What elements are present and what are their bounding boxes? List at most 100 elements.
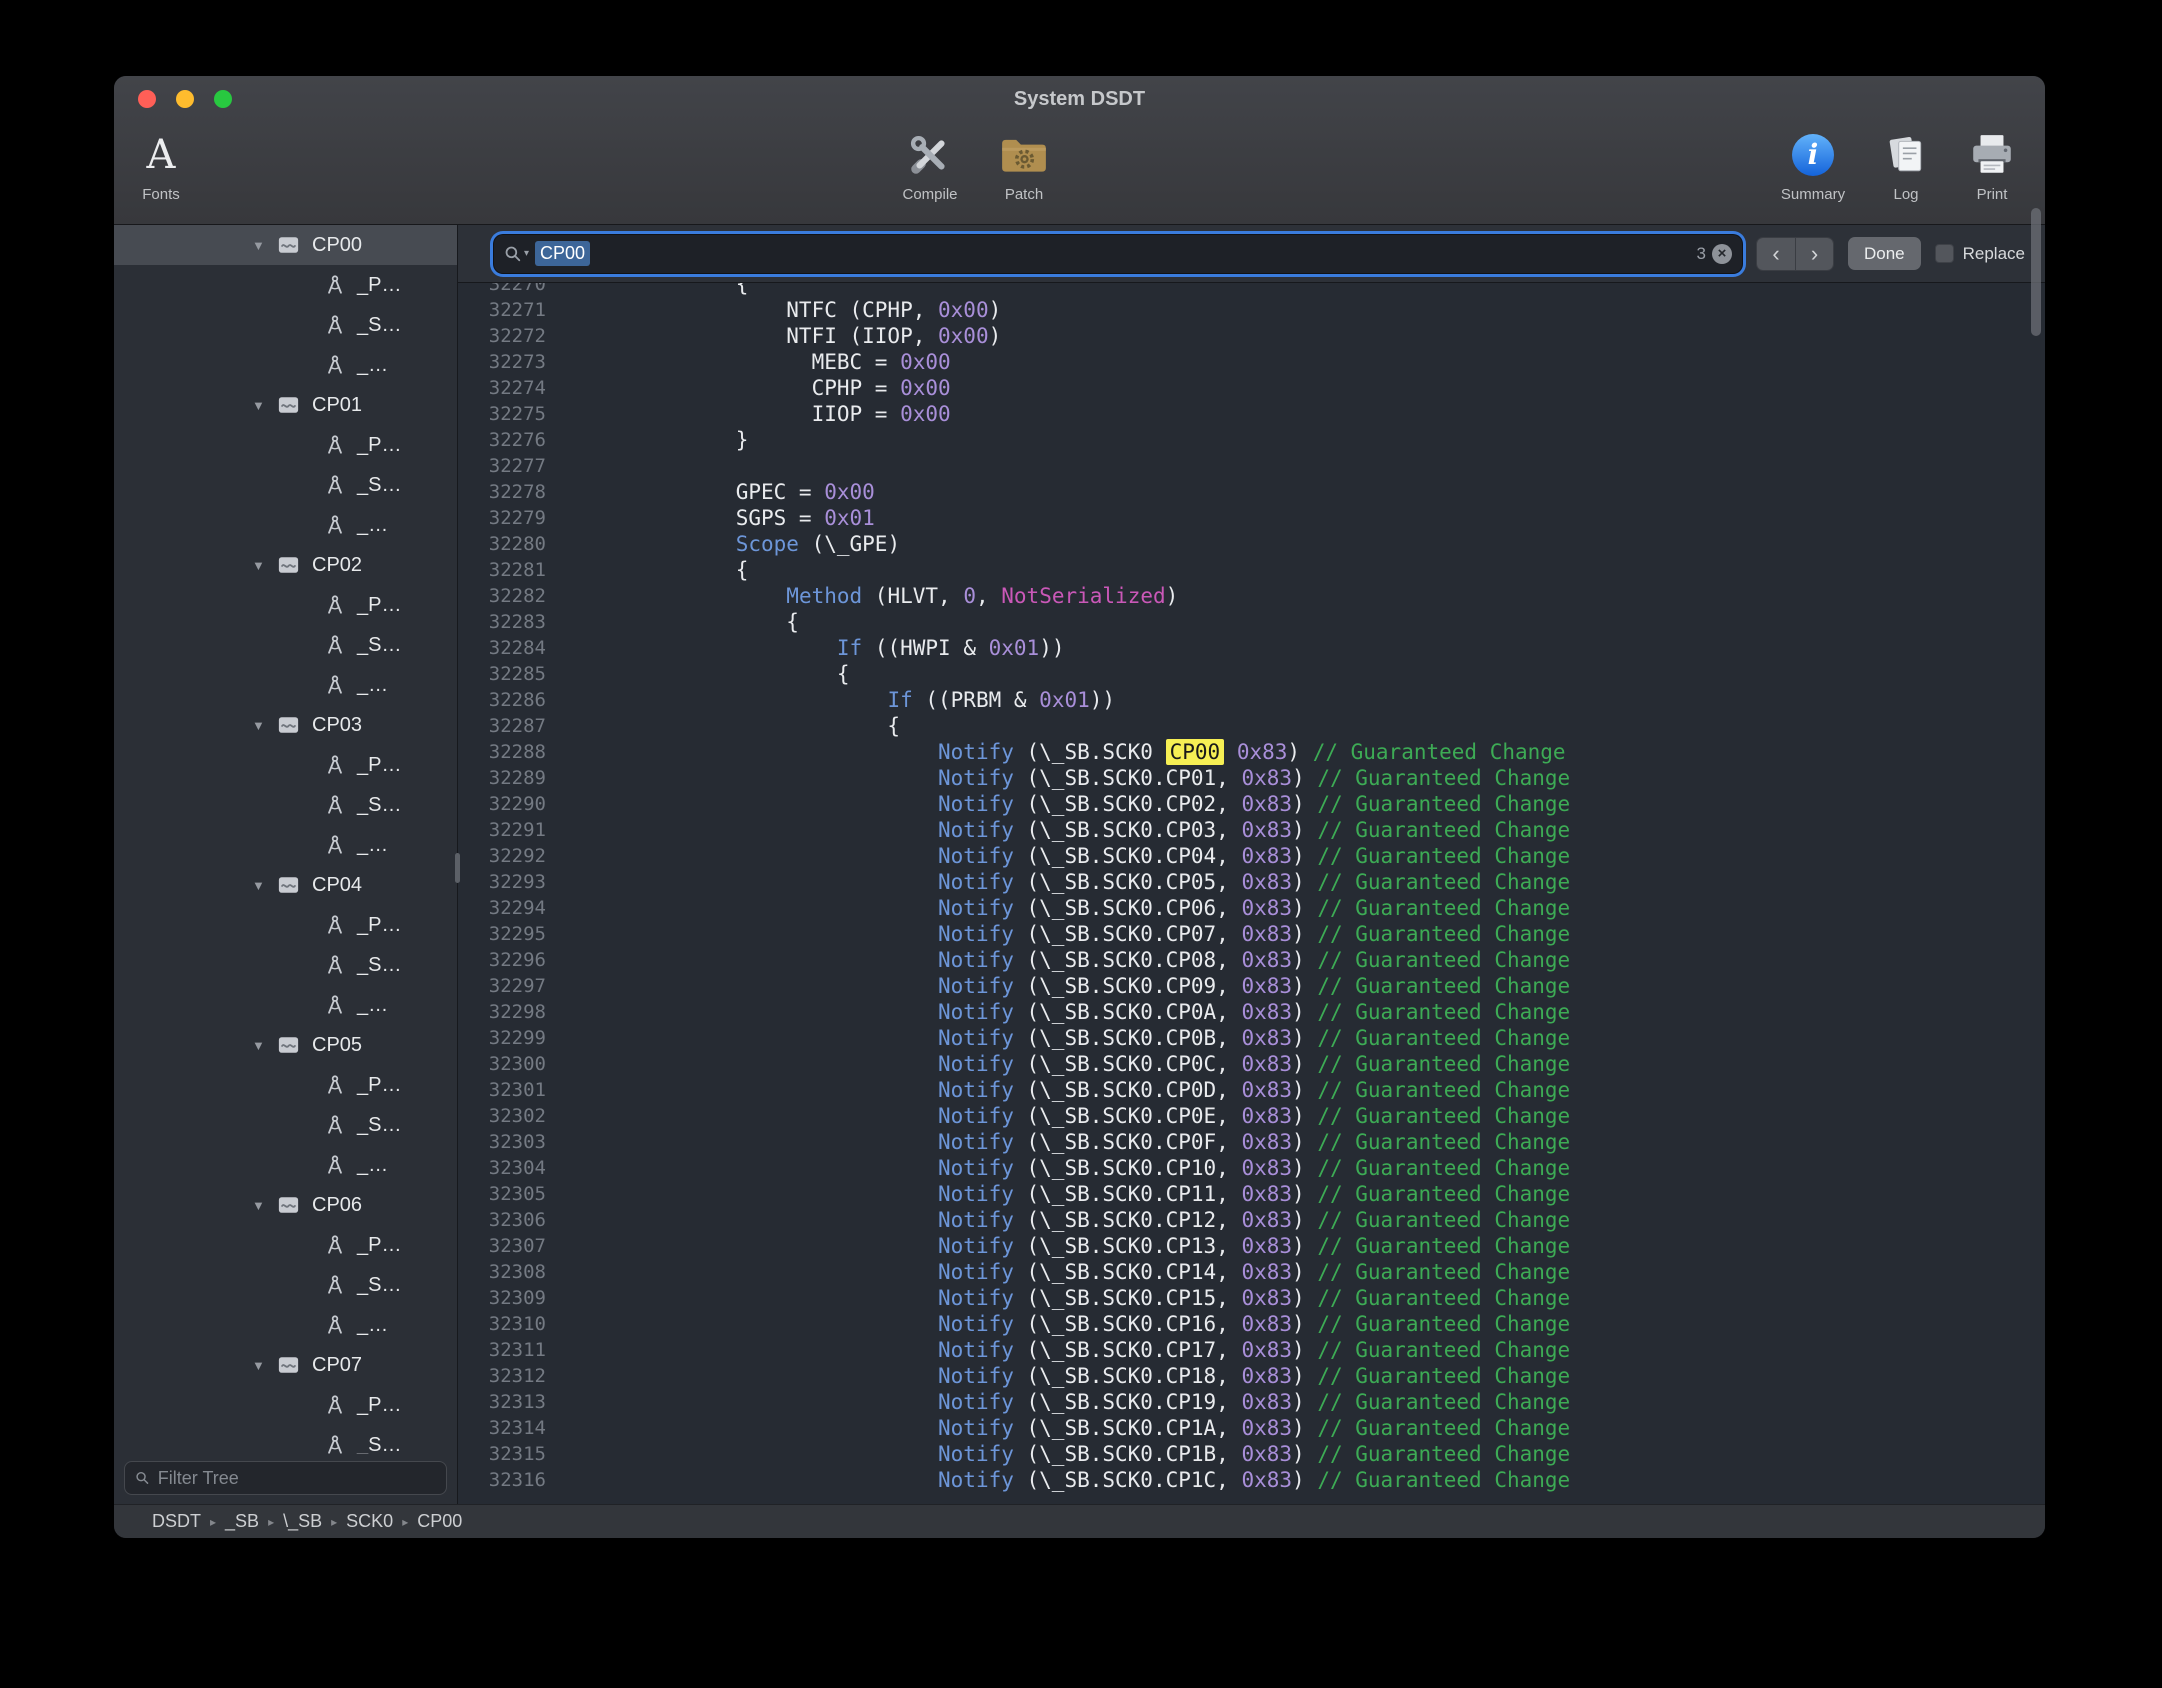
next-match-button[interactable]: › — [1795, 238, 1833, 270]
disclosure-triangle-icon[interactable]: ▼ — [252, 1038, 276, 1053]
code-text: { — [566, 713, 900, 739]
filter-tree-input[interactable] — [158, 1468, 436, 1489]
code-line: 32276 } — [458, 427, 2045, 453]
tree-item-child[interactable]: _… — [114, 1145, 457, 1185]
tree-item-child[interactable]: _P… — [114, 425, 457, 465]
code-line: 32274 CPHP = 0x00 — [458, 375, 2045, 401]
tree-item-child[interactable]: _… — [114, 1305, 457, 1345]
method-icon — [324, 1393, 346, 1417]
code-text: NTFC (CPHP, 0x00) — [566, 297, 1001, 323]
breadcrumb-separator-icon: ▸ — [268, 1515, 274, 1529]
code-text: Notify (\_SB.SCK0 CP00 0x83) // Guarante… — [566, 739, 1566, 765]
patch-button[interactable]: Patch — [980, 124, 1068, 203]
print-label: Print — [1977, 186, 2008, 203]
breadcrumb-item[interactable]: CP00 — [417, 1511, 462, 1532]
tree-item-child[interactable]: _… — [114, 825, 457, 865]
tree-item-child[interactable]: _P… — [114, 265, 457, 305]
zoom-button[interactable] — [214, 90, 232, 108]
scope-icon — [276, 554, 301, 576]
tree-item-child[interactable]: _P… — [114, 905, 457, 945]
tree-item-child[interactable]: _… — [114, 985, 457, 1025]
code-line: 32316 Notify (\_SB.SCK0.CP1C, 0x83) // G… — [458, 1467, 2045, 1493]
tree-item-child[interactable]: _P… — [114, 1385, 457, 1425]
disclosure-triangle-icon[interactable]: ▼ — [252, 1198, 276, 1213]
tree-item-label: _… — [357, 674, 388, 697]
tree-item-label: _S… — [357, 954, 401, 977]
tree-item-child[interactable]: _S… — [114, 1105, 457, 1145]
method-icon — [324, 993, 346, 1017]
clear-search-icon[interactable]: × — [1712, 244, 1732, 264]
tree-item-child[interactable]: _… — [114, 665, 457, 705]
tree-item-child[interactable]: _S… — [114, 945, 457, 985]
code-text: { — [566, 557, 748, 583]
tree-item-child[interactable]: _S… — [114, 785, 457, 825]
breadcrumb-separator-icon: ▸ — [402, 1515, 408, 1529]
tree-item[interactable]: ▼ CP04 — [114, 865, 457, 905]
print-button[interactable]: Print — [1953, 124, 2031, 203]
code-editor[interactable]: 32270 {32271 NTFC (CPHP, 0x00)32272 NTFI… — [458, 283, 2045, 1504]
code-text: Notify (\_SB.SCK0.CP07, 0x83) // Guarant… — [566, 921, 1570, 947]
tree-item-label: _P… — [357, 914, 401, 937]
log-button[interactable]: Log — [1867, 124, 1945, 203]
method-icon — [324, 833, 346, 857]
line-number: 32316 — [458, 1467, 566, 1493]
tree-item-child[interactable]: _S… — [114, 465, 457, 505]
code-line: 32295 Notify (\_SB.SCK0.CP07, 0x83) // G… — [458, 921, 2045, 947]
tree-item-child[interactable]: _S… — [114, 1265, 457, 1305]
tree-item-child[interactable]: _S… — [114, 1425, 457, 1454]
tree-item-child[interactable]: _P… — [114, 1225, 457, 1265]
tree-item[interactable]: ▼ CP00 — [114, 225, 457, 265]
code-text: { — [566, 609, 799, 635]
disclosure-triangle-icon[interactable]: ▼ — [252, 1358, 276, 1373]
disclosure-triangle-icon[interactable]: ▼ — [252, 718, 276, 733]
tree-item-child[interactable]: _P… — [114, 585, 457, 625]
breadcrumb-item[interactable]: _SB — [225, 1511, 259, 1532]
tree-item[interactable]: ▼ CP06 — [114, 1185, 457, 1225]
code-line: 32306 Notify (\_SB.SCK0.CP12, 0x83) // G… — [458, 1207, 2045, 1233]
method-icon — [324, 313, 346, 337]
code-text: Notify (\_SB.SCK0.CP1A, 0x83) // Guarant… — [566, 1415, 1570, 1441]
tree-item[interactable]: ▼ CP05 — [114, 1025, 457, 1065]
disclosure-triangle-icon[interactable]: ▼ — [252, 558, 276, 573]
tree-item-child[interactable]: _… — [114, 505, 457, 545]
compile-button[interactable]: Compile — [886, 124, 974, 203]
line-number: 32290 — [458, 791, 566, 817]
code-line: 32290 Notify (\_SB.SCK0.CP02, 0x83) // G… — [458, 791, 2045, 817]
disclosure-triangle-icon[interactable]: ▼ — [252, 238, 276, 253]
line-number: 32301 — [458, 1077, 566, 1103]
tree-item[interactable]: ▼ CP02 — [114, 545, 457, 585]
fonts-button[interactable]: A Fonts — [126, 124, 196, 203]
line-number: 32282 — [458, 583, 566, 609]
breadcrumb-item[interactable]: \_SB — [283, 1511, 322, 1532]
tree-item[interactable]: ▼ CP03 — [114, 705, 457, 745]
tree-item[interactable]: ▼ CP01 — [114, 385, 457, 425]
compile-label: Compile — [902, 186, 957, 203]
tree-item-child[interactable]: _S… — [114, 305, 457, 345]
code-line: 32303 Notify (\_SB.SCK0.CP0F, 0x83) // G… — [458, 1129, 2045, 1155]
tree-item-child[interactable]: _… — [114, 345, 457, 385]
tree-item-child[interactable]: _S… — [114, 625, 457, 665]
tree-item-label: _… — [357, 834, 388, 857]
disclosure-triangle-icon[interactable]: ▼ — [252, 398, 276, 413]
filter-field[interactable] — [124, 1461, 447, 1495]
tree-item[interactable]: ▼ CP07 — [114, 1345, 457, 1385]
line-number: 32314 — [458, 1415, 566, 1441]
code-text: Notify (\_SB.SCK0.CP08, 0x83) // Guarant… — [566, 947, 1570, 973]
disclosure-triangle-icon[interactable]: ▼ — [252, 878, 276, 893]
breadcrumb-item[interactable]: DSDT — [152, 1511, 201, 1532]
replace-checkbox[interactable] — [1935, 244, 1954, 263]
tree-item-child[interactable]: _P… — [114, 745, 457, 785]
done-button[interactable]: Done — [1848, 237, 1921, 270]
line-number: 32289 — [458, 765, 566, 791]
tree-item-child[interactable]: _P… — [114, 1065, 457, 1105]
breadcrumb-separator-icon: ▸ — [210, 1515, 216, 1529]
previous-match-button[interactable]: ‹ — [1757, 238, 1795, 270]
close-button[interactable] — [138, 90, 156, 108]
line-number: 32300 — [458, 1051, 566, 1077]
minimize-button[interactable] — [176, 90, 194, 108]
breadcrumb-item[interactable]: SCK0 — [346, 1511, 393, 1532]
line-number: 32313 — [458, 1389, 566, 1415]
summary-button[interactable]: i Summary — [1767, 124, 1859, 203]
find-search-input[interactable]: ▾ CP00 3 × — [494, 235, 1742, 273]
search-menu-chevron-icon[interactable]: ▾ — [524, 248, 529, 259]
